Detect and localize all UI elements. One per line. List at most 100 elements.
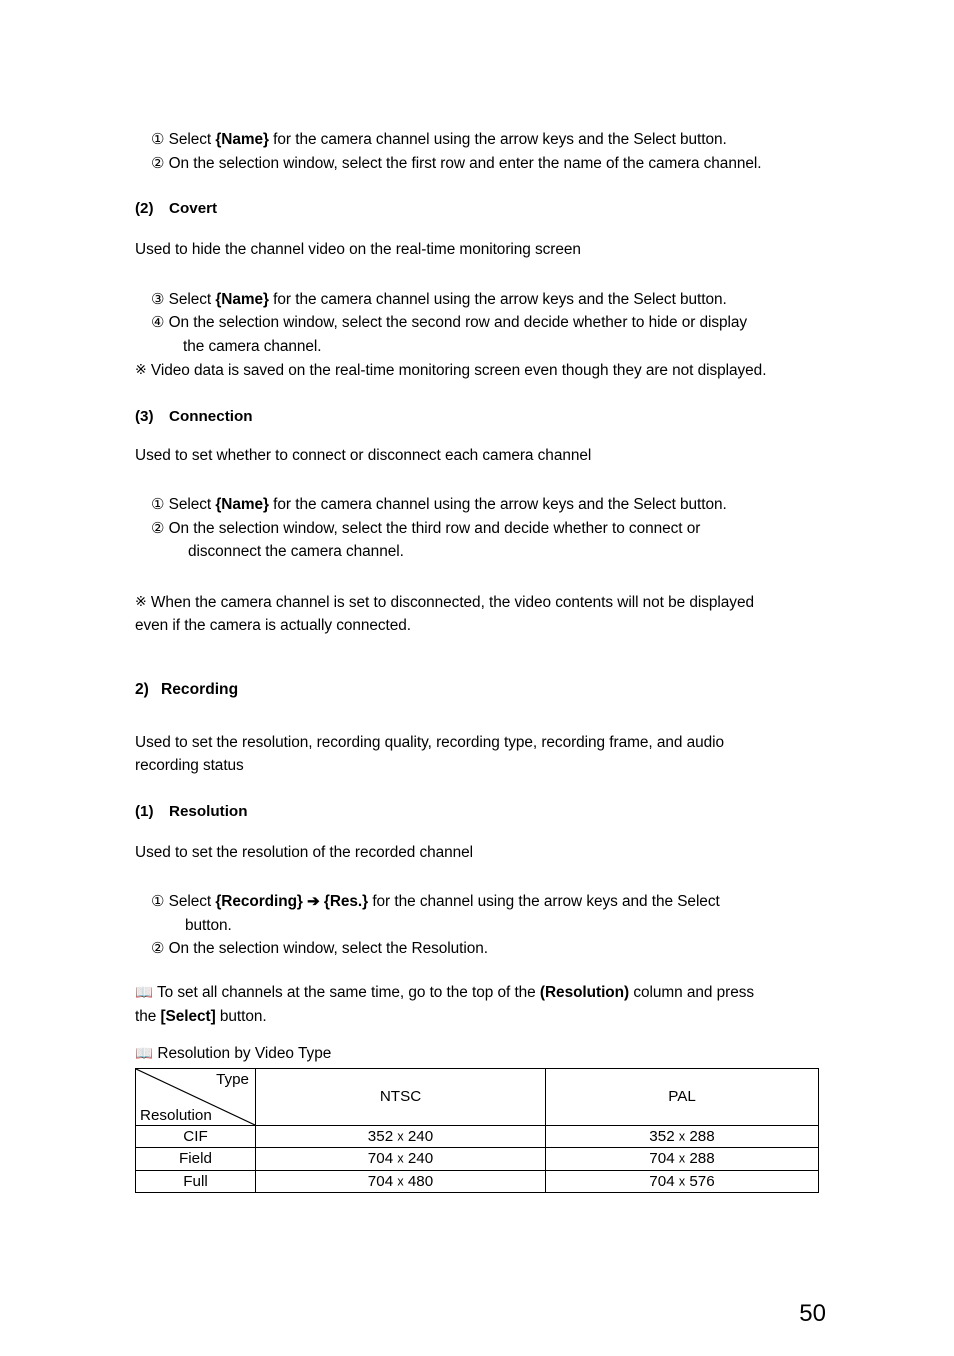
covert-step-4-line1: On the selection window, select the seco… — [168, 314, 748, 331]
table-corner-cell: Type Resolution — [135, 1067, 256, 1126]
heading-resolution-number: (1) — [135, 802, 154, 820]
name-step-1: ① Select {Name} for the camera channel u… — [135, 128, 825, 152]
connection-step-2-line1: On the selection window, select the thir… — [168, 519, 701, 537]
book-icon: 📖 — [135, 984, 154, 1001]
circled-number-1-icon: ① — [151, 131, 165, 148]
table-cell-pal: 704 x 576 — [545, 1169, 819, 1193]
recording-description-line2: recording status — [135, 757, 244, 774]
table-caption: 📖 Resolution by Video Type — [135, 1043, 825, 1065]
table-corner-type-label: Type — [216, 1070, 249, 1088]
table-cell-ntsc: 704 x 480 — [255, 1169, 546, 1193]
connection-step-2: ② On the selection window, select the th… — [135, 517, 825, 541]
covert-step-3-bold: {Name} — [215, 290, 269, 308]
resolution-table: Type Resolution NTSC PAL CIF 352 x 240 3… — [135, 1067, 819, 1194]
resolution-step-1: ① Select {Recording} ➔ {Res.} for the ch… — [135, 890, 825, 914]
resolution-tip-mid: column and press — [629, 983, 754, 1001]
document-page: ① Select {Name} for the camera channel u… — [0, 0, 954, 1356]
heading-recording-number: 2) — [135, 680, 149, 698]
recording-description-line1: Used to set the resolution, recording qu… — [135, 733, 724, 751]
page-content: ① Select {Name} for the camera channel u… — [135, 128, 825, 1193]
covert-description: Used to hide the channel video on the re… — [135, 241, 581, 258]
heading-connection-text: Connection — [169, 407, 253, 425]
circled-number-2-icon: ② — [151, 519, 165, 537]
resolution-step-1-line2: button. — [185, 916, 232, 934]
value: 240 — [407, 1127, 434, 1145]
connection-note-line1: ※ When the camera channel is set to disc… — [135, 590, 825, 615]
connection-note-text: When the camera channel is set to discon… — [150, 593, 754, 611]
name-step-1-bold: {Name} — [215, 131, 269, 148]
value: 352 — [649, 1127, 675, 1145]
circled-number-2-icon: ② — [151, 154, 165, 172]
heading-recording: 2) Recording — [135, 678, 825, 701]
resolution-step-1-prefix: Select — [168, 893, 216, 910]
reference-mark-icon: ※ — [135, 592, 147, 609]
resolution-step-1-bold2: {Res.} — [323, 893, 369, 910]
resolution-tip-prefix: To set all channels at the same time, go… — [157, 983, 540, 1001]
connection-note-line2: even if the camera is actually connected… — [135, 617, 411, 634]
resolution-step-2: ② On the selection window, select the Re… — [135, 937, 825, 961]
covert-step-4: ④ On the selection window, select the se… — [135, 311, 825, 335]
multiply-icon: x — [397, 1174, 404, 1188]
connection-step-1-prefix: Select — [168, 496, 216, 513]
table-cell-ntsc: 352 x 240 — [255, 1124, 546, 1148]
heading-resolution-text: Resolution — [169, 802, 248, 820]
name-step-1-suffix: for the camera channel using the arrow k… — [268, 131, 727, 148]
book-icon: 📖 — [135, 1045, 154, 1062]
connection-description: Used to set whether to connect or discon… — [135, 446, 592, 464]
value: 480 — [407, 1172, 434, 1190]
value: 704 — [649, 1150, 675, 1167]
heading-covert: (2) Covert — [135, 197, 825, 220]
value: 704 — [367, 1172, 394, 1190]
table-cell-pal: 704 x 288 — [545, 1147, 819, 1171]
table-cell-label: CIF — [135, 1124, 256, 1148]
connection-step-1-bold: {Name} — [215, 496, 269, 513]
resolution-tip-line2: the [Select] button. — [135, 1005, 825, 1029]
heading-covert-text: Covert — [169, 200, 218, 217]
circled-number-1-icon: ① — [151, 893, 165, 910]
multiply-icon: x — [678, 1129, 686, 1143]
table-row: Field 704 x 240 704 x 288 — [135, 1147, 819, 1171]
page-number: 50 — [799, 1300, 826, 1327]
multiply-icon: x — [678, 1174, 686, 1188]
table-cell-label: Full — [135, 1169, 256, 1193]
circled-number-4-icon: ④ — [151, 314, 165, 331]
table-row: Full 704 x 480 704 x 576 — [135, 1169, 819, 1193]
covert-note: ※ Video data is saved on the real-time m… — [135, 358, 825, 383]
heading-connection-number: (3) — [135, 407, 154, 425]
covert-step-4-line2: the camera channel. — [183, 337, 322, 355]
resolution-tip-bold1: (Resolution) — [539, 983, 630, 1001]
table-cell-ntsc: 704 x 240 — [255, 1147, 546, 1171]
resolution-step-1-bold1: {Recording} — [215, 893, 303, 910]
connection-step-1-suffix: for the camera channel using the arrow k… — [268, 496, 727, 513]
value: 576 — [689, 1172, 715, 1190]
table-cell-pal: 352 x 288 — [545, 1124, 819, 1148]
multiply-icon: x — [397, 1129, 404, 1143]
resolution-description: Used to set the resolution of the record… — [135, 843, 474, 861]
heading-covert-number: (2) — [135, 200, 154, 217]
covert-note-text: Video data is saved on the real-time mon… — [150, 362, 767, 379]
heading-recording-text: Recording — [161, 680, 239, 698]
name-step-1-prefix: Select — [168, 131, 216, 148]
resolution-step-1-suffix: for the channel using the arrow keys and… — [368, 893, 720, 910]
resolution-tip-bold2: [Select] — [160, 1008, 216, 1025]
value: 704 — [649, 1172, 675, 1190]
resolution-tip-line2-prefix: the — [135, 1008, 161, 1025]
value: 288 — [689, 1150, 715, 1167]
connection-step-2-line2: disconnect the camera channel. — [188, 543, 404, 560]
heading-connection: (3) Connection — [135, 405, 825, 428]
value: 240 — [407, 1150, 434, 1167]
